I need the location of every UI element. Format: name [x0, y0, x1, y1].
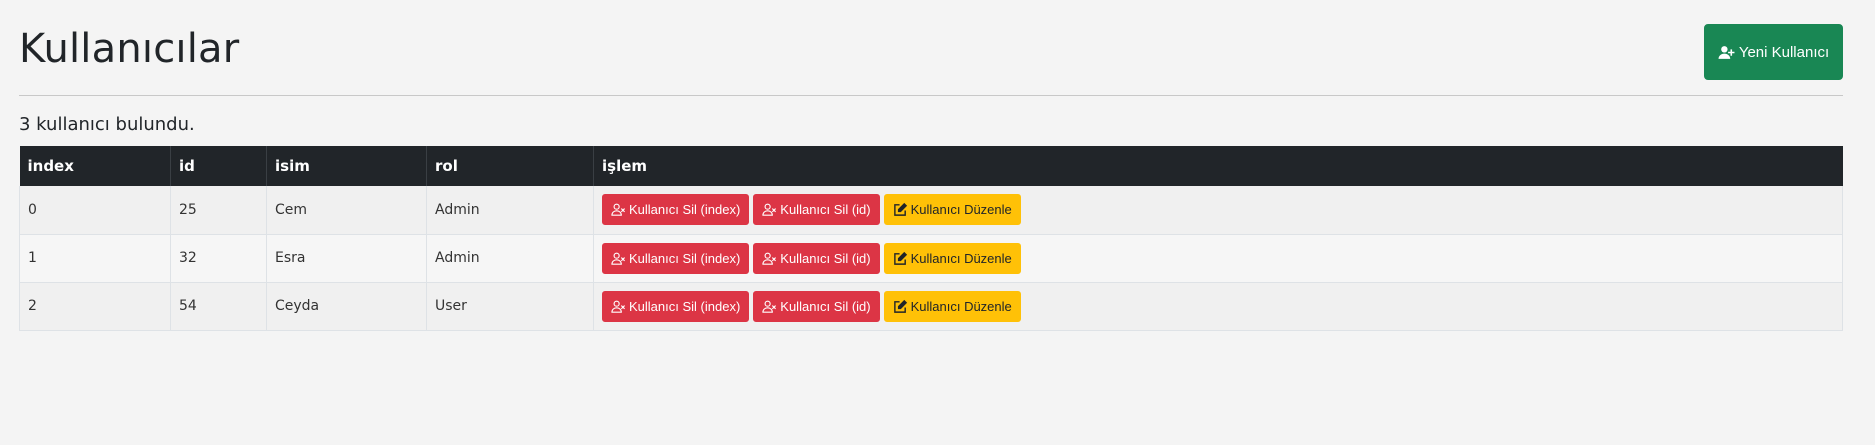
cell-name: Ceyda — [266, 282, 427, 331]
person-x-icon — [611, 203, 625, 216]
users-table: index id isim rol işlem 0 25 Cem Admin K — [19, 146, 1843, 331]
row-actions: Kullanıcı Sil (index) Kullanıcı Sil (id) — [602, 194, 1834, 226]
header-divider — [19, 95, 1843, 96]
edit-user-label: Kullanıcı Düzenle — [910, 202, 1012, 218]
new-user-button[interactable]: Yeni Kullanıcı — [1704, 24, 1843, 80]
person-x-icon — [762, 252, 777, 265]
delete-by-id-label: Kullanıcı Sil (id) — [780, 202, 871, 218]
table-row: 2 54 Ceyda User Kullanıcı Sil (index) Ku… — [19, 282, 1843, 331]
pencil-square-icon — [893, 203, 907, 217]
column-header-name: isim — [266, 146, 427, 186]
page-title: Kullanıcılar — [19, 26, 240, 72]
column-header-id: id — [170, 146, 267, 186]
delete-by-index-label: Kullanıcı Sil (index) — [629, 250, 741, 266]
person-x-icon — [762, 300, 777, 313]
row-actions: Kullanıcı Sil (index) Kullanıcı Sil (id) — [602, 242, 1834, 274]
delete-by-id-label: Kullanıcı Sil (id) — [780, 298, 871, 314]
person-x-icon — [762, 203, 777, 216]
person-x-icon — [611, 300, 625, 313]
cell-name: Cem — [266, 186, 427, 235]
column-header-actions: işlem — [593, 146, 1843, 186]
person-plus-icon — [1718, 45, 1735, 59]
edit-user-button[interactable]: Kullanıcı Düzenle — [883, 242, 1021, 274]
table-row: 0 25 Cem Admin Kullanıcı Sil (index) Kul… — [19, 186, 1843, 235]
users-page: Kullanıcılar Yeni Kullanıcı 3 kullanıcı … — [0, 0, 1875, 445]
cell-actions: Kullanıcı Sil (index) Kullanıcı Sil (id) — [593, 282, 1843, 331]
delete-by-index-button[interactable]: Kullanıcı Sil (index) — [602, 242, 750, 274]
result-count: 3 kullanıcı bulundu. — [19, 114, 195, 135]
cell-index: 2 — [19, 282, 171, 331]
column-header-role: rol — [426, 146, 594, 186]
delete-by-id-button[interactable]: Kullanıcı Sil (id) — [753, 290, 880, 322]
row-actions: Kullanıcı Sil (index) Kullanıcı Sil (id) — [602, 290, 1834, 322]
cell-name: Esra — [266, 234, 427, 283]
delete-by-id-label: Kullanıcı Sil (id) — [780, 250, 871, 266]
person-x-icon — [611, 252, 625, 265]
pencil-square-icon — [893, 299, 907, 313]
cell-id: 32 — [170, 234, 267, 283]
table-row: 1 32 Esra Admin Kullanıcı Sil (index) Ku… — [19, 234, 1843, 283]
delete-by-index-button[interactable]: Kullanıcı Sil (index) — [602, 194, 750, 226]
cell-role: Admin — [426, 234, 594, 283]
edit-user-label: Kullanıcı Düzenle — [910, 298, 1012, 314]
edit-user-button[interactable]: Kullanıcı Düzenle — [883, 194, 1021, 226]
new-user-label: Yeni Kullanıcı — [1738, 43, 1830, 61]
edit-user-button[interactable]: Kullanıcı Düzenle — [883, 290, 1021, 322]
cell-actions: Kullanıcı Sil (index) Kullanıcı Sil (id) — [593, 234, 1843, 283]
table-header-row: index id isim rol işlem — [19, 146, 1843, 186]
column-header-index: index — [19, 146, 171, 186]
delete-by-id-button[interactable]: Kullanıcı Sil (id) — [753, 194, 880, 226]
cell-actions: Kullanıcı Sil (index) Kullanıcı Sil (id) — [593, 186, 1843, 235]
cell-id: 54 — [170, 282, 267, 331]
cell-index: 0 — [19, 186, 171, 235]
pencil-square-icon — [893, 251, 907, 265]
cell-role: User — [426, 282, 594, 331]
delete-by-index-label: Kullanıcı Sil (index) — [629, 202, 741, 218]
delete-by-id-button[interactable]: Kullanıcı Sil (id) — [753, 242, 880, 274]
cell-index: 1 — [19, 234, 171, 283]
edit-user-label: Kullanıcı Düzenle — [910, 250, 1012, 266]
delete-by-index-label: Kullanıcı Sil (index) — [629, 298, 741, 314]
delete-by-index-button[interactable]: Kullanıcı Sil (index) — [602, 290, 750, 322]
cell-role: Admin — [426, 186, 594, 235]
cell-id: 25 — [170, 186, 267, 235]
